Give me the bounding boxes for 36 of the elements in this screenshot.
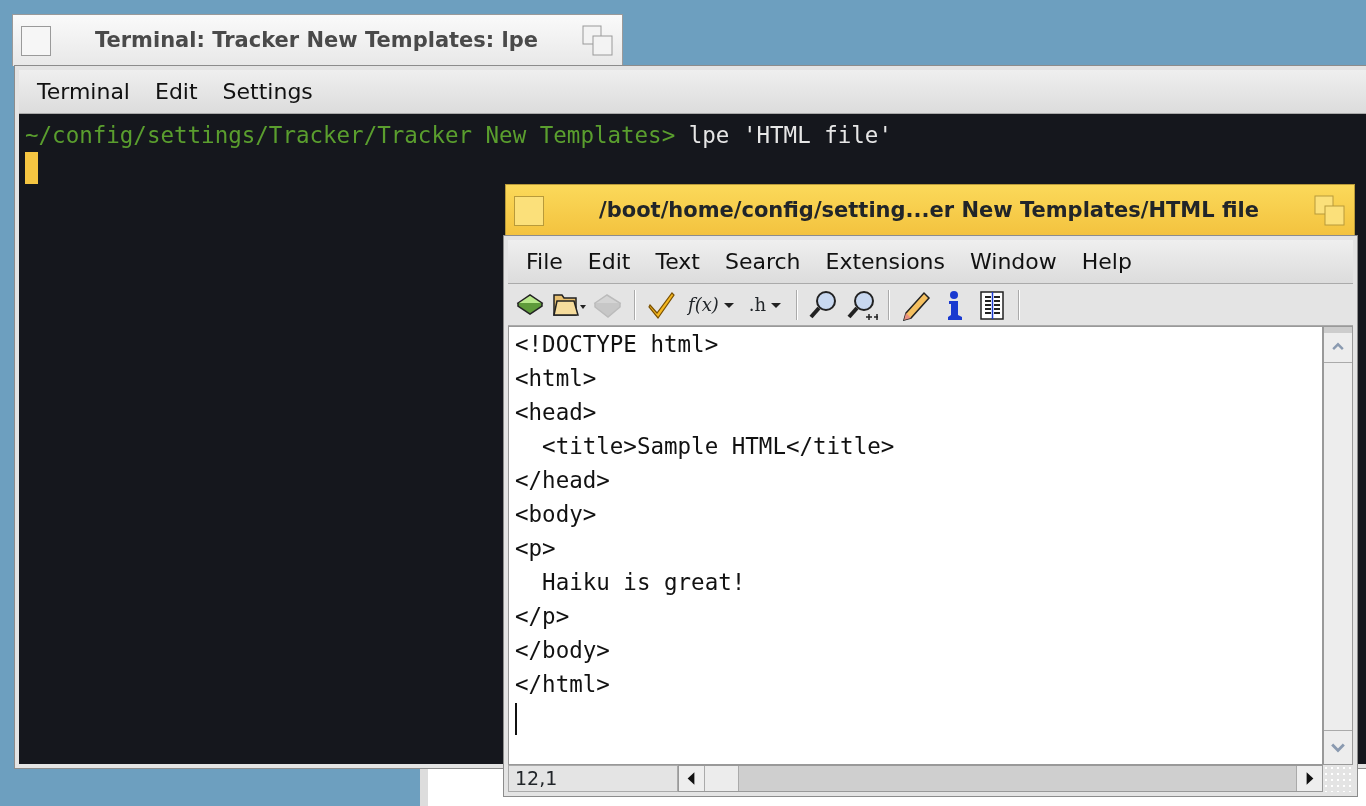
prompt-text: ~/config/settings/Tracker/Tracker New Templates> [25,122,676,148]
horizontal-scrollbar[interactable] [678,765,1323,792]
window-title: Terminal: Tracker New Templates: lpe [93,26,540,54]
code-line: </html> [515,670,611,699]
code-line: <!DOCTYPE html> [515,330,720,359]
menu-item[interactable]: Extensions [815,245,954,278]
toolbar-button[interactable]: .h [742,286,789,323]
code-line: Haiku is great! [541,568,747,597]
code-line: <html> [515,364,598,393]
scroll-right-icon[interactable] [1296,766,1322,791]
caret-icon[interactable] [770,300,783,309]
caret-icon[interactable] [722,300,735,309]
code-line: </head> [515,466,611,495]
menu-item[interactable]: Terminal [27,75,139,108]
code-line: <body> [515,500,598,529]
menu-item[interactable]: Search [714,245,810,278]
status-text: 12,1 [508,765,678,792]
menu-item[interactable]: Help [1071,245,1141,278]
menu-item[interactable]: Text [645,245,709,278]
command-text: lpe 'HTML file' [687,122,892,148]
code-line: </body> [515,636,611,665]
code-line: <title>Sample HTML</title> [541,432,896,461]
close-button[interactable] [21,25,51,56]
toolbar-button[interactable]: f(x) [682,286,741,323]
code-line: <p> [515,534,557,563]
menu-item[interactable]: File [516,245,572,278]
text-area[interactable]: <!DOCTYPE html> <html> <head> <title>Sample HTML</title> </head> <body> <p> Haiku is great! </p> </body> </html> [508,326,1323,765]
code-line: <head> [515,398,598,427]
scroll-left-icon[interactable] [679,766,705,791]
scroll-thumb[interactable] [705,766,739,791]
menu-item[interactable]: Window [960,245,1066,278]
menu-item[interactable]: Settings [212,75,322,108]
menu-item[interactable]: Edit [145,75,207,108]
window-title: /boot/home/config/setting...er New Templates/HTML file [598,196,1260,224]
code-line: </p> [515,602,571,631]
menu-item[interactable]: Edit [577,245,640,278]
